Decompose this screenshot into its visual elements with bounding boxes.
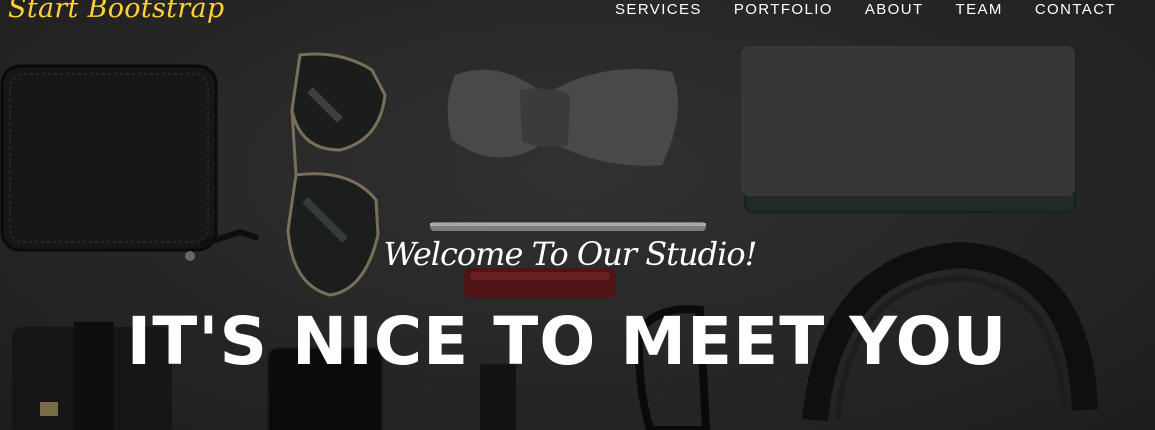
brand-logo[interactable]: Start Bootstrap bbox=[8, 0, 224, 27]
navbar: Start Bootstrap SERVICES PORTFOLIO ABOUT… bbox=[0, 0, 1155, 24]
masthead: Start Bootstrap SERVICES PORTFOLIO ABOUT… bbox=[0, 0, 1155, 430]
nav-item-contact: CONTACT bbox=[1035, 0, 1116, 20]
nav-item-team: TEAM bbox=[956, 0, 1003, 20]
masthead-heading: IT'S NICE TO MEET YOU bbox=[126, 303, 1008, 380]
masthead-subheading: Welcome To Our Studio! bbox=[383, 235, 758, 273]
nav-link-contact[interactable]: CONTACT bbox=[1035, 0, 1116, 20]
nav-item-portfolio: PORTFOLIO bbox=[734, 0, 833, 20]
nav-item-services: SERVICES bbox=[615, 0, 702, 20]
nav-link-about[interactable]: ABOUT bbox=[865, 0, 924, 20]
nav-item-about: ABOUT bbox=[865, 0, 924, 20]
nav-link-portfolio[interactable]: PORTFOLIO bbox=[734, 0, 833, 20]
nav-link-team[interactable]: TEAM bbox=[956, 0, 1003, 20]
nav-link-services[interactable]: SERVICES bbox=[615, 0, 702, 20]
nav-links: SERVICES PORTFOLIO ABOUT TEAM CONTACT bbox=[615, 0, 1116, 20]
